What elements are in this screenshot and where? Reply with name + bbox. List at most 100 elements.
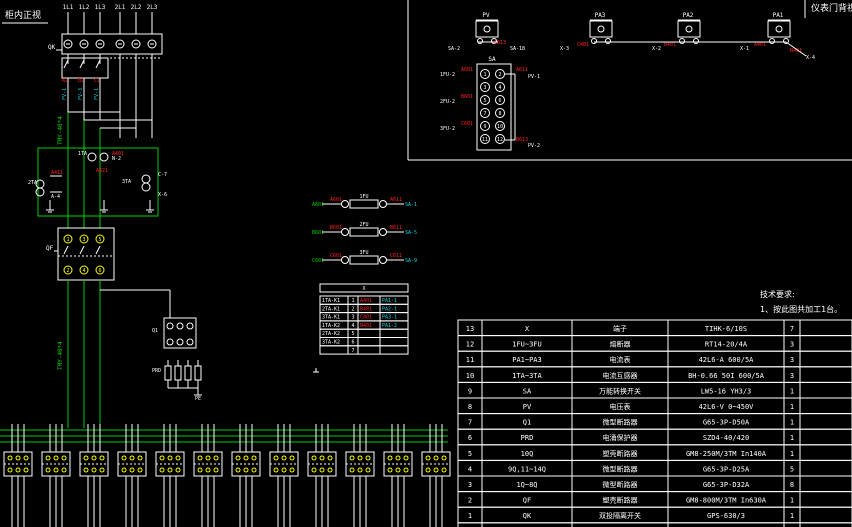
q1-label: Q1	[152, 328, 158, 334]
bom-model: G65-3P-D25A	[703, 465, 750, 473]
wiring-diagram: 柜内正视 仪表门背视 1L1 1L2 1L3 2L1 2L2 2L3 QK A1 B1 C1 FV-1 F…	[0, 0, 852, 527]
bom-model: TIHK-6/10S	[705, 325, 747, 333]
pa2-meter-dial	[685, 25, 693, 33]
phase-label: 1L2	[79, 4, 90, 11]
sa-pin-num: 3	[483, 85, 486, 91]
bom-name: 塑壳断路器	[603, 496, 638, 505]
fuse-code: A601	[330, 197, 342, 203]
sa-pin-num: 8	[498, 111, 501, 117]
sa-code: B613	[516, 137, 528, 143]
meter-label: PA1	[773, 12, 784, 19]
ct-wire: C-7	[158, 172, 167, 178]
bom-no: 10	[466, 372, 474, 380]
fuse-left: C601	[312, 258, 324, 264]
ct-3b	[141, 182, 151, 192]
breaker-terminal	[425, 467, 431, 473]
bom-code: PV	[523, 403, 532, 411]
breaker-terminal	[235, 455, 241, 461]
pa1-meter-dial	[775, 25, 783, 33]
bom-model: 42L6-V 0~450V	[699, 403, 755, 411]
ct-1	[87, 152, 97, 162]
bom-qty: 1	[790, 512, 794, 520]
breaker-terminal	[129, 467, 135, 473]
pa2-wire: X-2	[652, 46, 661, 52]
bom-name: 塑壳断路器	[603, 449, 638, 458]
q1-terminal	[166, 338, 174, 346]
bom-no: 5	[468, 450, 472, 458]
breaker-terminal	[395, 467, 401, 473]
breaker-terminal	[273, 467, 279, 473]
bom-model: 42L6-A 600/5A	[699, 356, 755, 364]
ct-wire: A-4	[51, 194, 60, 200]
bom-no: 9	[468, 387, 472, 395]
pa2-meter	[677, 20, 701, 38]
sa-pin-num: 10	[497, 124, 503, 130]
sa-pin-num: 6	[498, 98, 501, 104]
fuse-code: B611	[390, 225, 402, 231]
breaker-terminal	[129, 455, 135, 461]
breaker-terminal	[433, 455, 439, 461]
pa1-far: X-4	[806, 55, 815, 61]
bom-name: 电压表	[610, 402, 631, 411]
fuse-code: A611	[390, 197, 402, 203]
pa3-meter-term	[605, 38, 611, 44]
terminal-to: PA2-1	[382, 306, 397, 312]
fuse-terminal	[379, 200, 387, 208]
prd-label: PRD	[152, 368, 161, 374]
pv-meter	[475, 20, 499, 38]
breaker-terminal	[23, 467, 29, 473]
breaker-terminal	[281, 455, 287, 461]
bom-qty: 1	[790, 387, 794, 395]
pa3-meter-dial	[597, 25, 605, 33]
bom-model: SZD4-40/420	[703, 434, 749, 442]
pa3-meter-term	[591, 38, 597, 44]
breaker-terminal	[15, 455, 21, 461]
fuse-terminal	[341, 200, 349, 208]
busbar-label: TMY-40*4	[57, 341, 64, 370]
wire	[95, 245, 101, 255]
wire-code: FV-1	[94, 88, 100, 100]
breaker-terminal	[319, 467, 325, 473]
pa3-wire: X-3	[560, 46, 569, 52]
notes-title: 技术要求:	[760, 289, 795, 299]
pa2-meter-term	[679, 38, 685, 44]
bom-code: 1FU~3FU	[512, 341, 542, 349]
breaker-terminal	[91, 455, 97, 461]
breaker-terminal	[15, 467, 21, 473]
notes-line: 1、按此图共加工1台。	[760, 304, 842, 314]
bom-model: BH-0.66 50I 600/5A	[688, 372, 765, 380]
phase-label: 2L3	[147, 4, 158, 11]
pv-label: PV-1	[528, 74, 540, 80]
breaker-terminal	[251, 455, 257, 461]
terminal-from: 2TA-K1	[322, 306, 340, 312]
qf-pin: 4	[82, 268, 85, 274]
fuse-left: B601	[312, 230, 324, 236]
breaker-terminal	[243, 455, 249, 461]
breaker-terminal	[403, 467, 409, 473]
wire	[95, 59, 101, 69]
busbar-label: TMY-40*4	[57, 116, 64, 145]
bom-model: RT14-20/4A	[705, 341, 748, 349]
fuse-right: SA-9	[405, 258, 417, 264]
bom-qty: 1	[790, 403, 794, 411]
ct-2b	[35, 187, 45, 197]
wire	[63, 59, 69, 69]
bom-no: 7	[468, 419, 472, 427]
qk-label: QK	[48, 44, 56, 51]
terminal-num: 3	[351, 315, 354, 321]
bom-name: 微型断路器	[603, 464, 638, 473]
ct-wire: A421	[96, 168, 108, 174]
terminal-from: 1TA-K2	[322, 323, 340, 329]
breaker-terminal	[213, 455, 219, 461]
terminal-wire: A401	[360, 298, 372, 304]
bom-code: PRD	[521, 434, 534, 442]
breaker-terminal	[61, 467, 67, 473]
sa-pin-num: 1	[483, 72, 486, 78]
breaker-terminal	[99, 455, 105, 461]
ta-label: 1TA	[78, 151, 87, 157]
meter-label: PA2	[683, 12, 694, 19]
bom-model: GPS-630/3	[707, 512, 745, 520]
bom-no: 2	[468, 497, 472, 505]
title-left: 柜内正视	[5, 9, 41, 21]
bom-model: G65-3P-D50A	[703, 419, 750, 427]
